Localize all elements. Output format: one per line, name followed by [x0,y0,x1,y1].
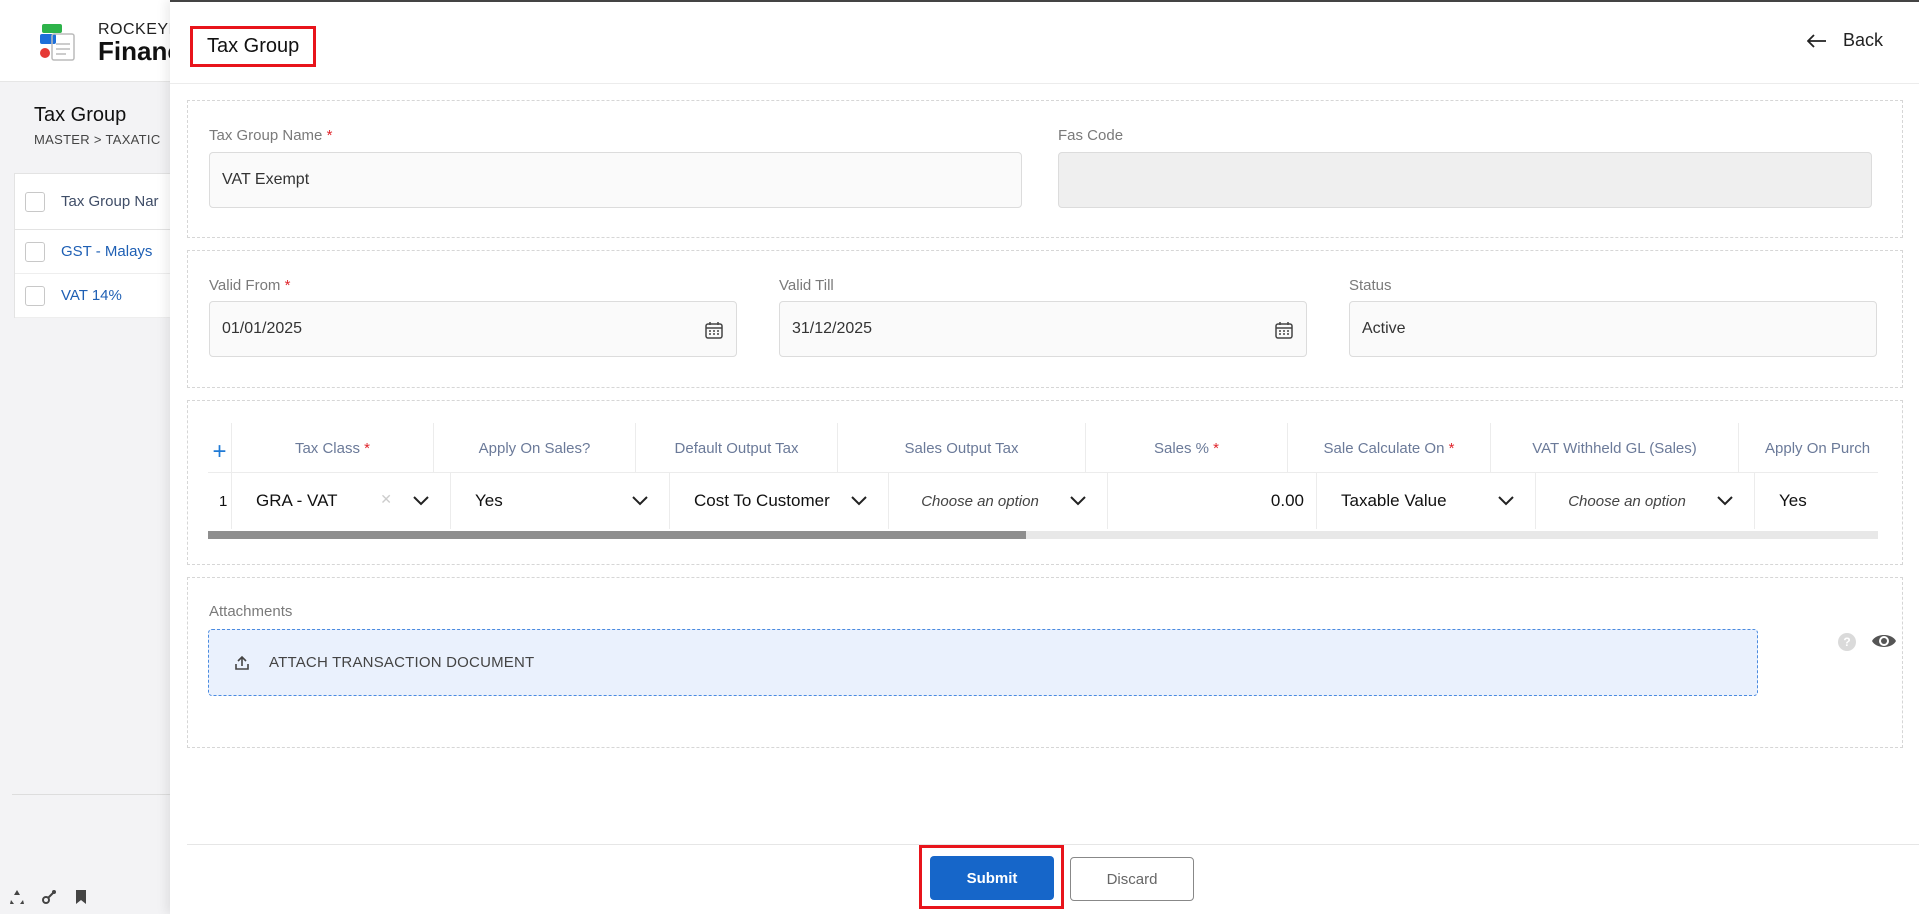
apply-on-sales-select[interactable]: Yes [451,473,670,529]
breadcrumb: MASTER > TAXATIC [34,132,161,147]
table-row[interactable]: VAT 14% [15,274,183,318]
eye-icon[interactable] [1871,630,1897,652]
table-header: Tax Group Nar [15,174,183,230]
app-logo-icon [40,24,75,61]
fas-code-label: Fas Code [1058,127,1124,144]
submit-button[interactable]: Submit [930,856,1054,900]
chevron-down-icon [632,496,648,506]
column-header-sale-calculate-on: Sale Calculate On * [1288,423,1491,473]
row-index: 1 [208,473,232,529]
column-header-sales-pct: Sales % * [1086,423,1288,473]
column-header-tax-class: Tax Class * [232,423,434,473]
column-header-apply-on-purch: Apply On Purch [1765,439,1871,457]
column-header-vat-withheld: VAT Withheld GL (Sales) [1491,423,1739,473]
attachments-card: Attachments ATTACH TRANSACTION DOCUMENT … [187,577,1903,748]
column-header-default-output-tax: Default Output Tax [636,423,838,473]
calendar-icon[interactable] [704,320,724,340]
valid-from-label: Valid From * [209,277,291,294]
sales-output-tax-select[interactable]: Choose an option [889,473,1108,529]
attach-document-label: ATTACH TRANSACTION DOCUMENT [269,654,535,671]
basic-info-card: Tax Group Name * VAT Exempt Fas Code [187,100,1903,238]
tax-class-grid-card: + Tax Class * Apply On Sales? Default Ou… [187,400,1903,565]
horizontal-scrollbar[interactable] [208,531,1878,539]
fas-code-input [1058,152,1872,208]
settings-icon[interactable] [40,888,58,906]
tax-class-select[interactable]: GRA - VAT ✕ [232,473,451,529]
attach-document-button[interactable]: ATTACH TRANSACTION DOCUMENT [208,629,1758,696]
valid-from-input[interactable]: 01/01/2025 [209,301,737,357]
sales-output-tax-placeholder: Choose an option [921,492,1039,510]
default-output-tax-value: Cost To Customer [694,491,830,510]
tax-group-drawer: Tax Group Back Tax Group Name * VAT Exem… [170,0,1919,914]
table-row[interactable]: GST - Malays [15,230,183,274]
valid-till-input[interactable]: 31/12/2025 [779,301,1307,357]
back-button[interactable]: Back [1806,30,1883,51]
page-title: Tax Group [34,104,127,126]
discard-button[interactable]: Discard [1070,857,1194,901]
valid-till-value: 31/12/2025 [792,320,873,337]
tax-group-name-label: Tax Group Name * [209,127,333,144]
help-icon[interactable]: ? [1838,633,1856,651]
bookmark-icon[interactable] [72,888,90,906]
column-header-apply-on-sales: Apply On Sales? [434,423,636,473]
attachments-label: Attachments [209,603,293,620]
submit-highlight: Submit [919,845,1064,909]
column-header-tax-group-name: Tax Group Nar [61,193,159,210]
row-checkbox[interactable] [25,241,45,262]
arrow-left-icon [1806,33,1826,48]
tax-class-grid: + Tax Class * Apply On Sales? Default Ou… [208,423,1878,543]
back-label: Back [1842,30,1883,50]
chevron-down-icon [413,496,429,506]
scrollbar-thumb[interactable] [208,531,1027,539]
tax-group-table: Tax Group Nar GST - Malays VAT 14% [14,173,184,318]
sales-pct-input[interactable]: 0.00 [1108,473,1317,529]
table-row: 1 GRA - VAT ✕ Yes Cost To Customer Choos… [208,473,1878,529]
chevron-down-icon [1498,496,1514,506]
apply-on-purch-select[interactable]: Yes [1755,473,1878,529]
valid-from-value: 01/01/2025 [222,320,303,337]
chevron-down-icon [1717,496,1733,506]
apply-on-sales-value: Yes [475,491,503,510]
select-all-checkbox[interactable] [25,191,45,212]
vat-withheld-placeholder: Choose an option [1568,492,1686,510]
sale-calculate-on-select[interactable]: Taxable Value [1317,473,1536,529]
clear-icon[interactable]: ✕ [380,491,392,508]
add-row-button[interactable]: + [208,423,232,473]
row-checkbox[interactable] [25,285,45,306]
row-link[interactable]: VAT 14% [61,287,122,304]
default-output-tax-select[interactable]: Cost To Customer [670,473,889,529]
tax-group-name-input[interactable]: VAT Exempt [209,152,1022,208]
sale-calculate-on-value: Taxable Value [1341,491,1447,510]
footer-icons [8,888,90,906]
vat-withheld-select[interactable]: Choose an option [1536,473,1755,529]
grid-header: + Tax Class * Apply On Sales? Default Ou… [208,423,1878,473]
tax-class-value: GRA - VAT [256,491,338,510]
validity-card: Valid From * 01/01/2025 Valid Till 31/12… [187,250,1903,388]
drawer-footer: Submit Discard [187,844,1919,914]
chevron-down-icon [851,496,867,506]
status-input[interactable]: Active [1349,301,1877,357]
calendar-icon[interactable] [1274,320,1294,340]
recycle-icon[interactable] [8,888,26,906]
row-link[interactable]: GST - Malays [61,243,152,260]
upload-icon [235,655,249,670]
drawer-header: Tax Group Back [170,2,1919,84]
status-label: Status [1349,277,1392,294]
valid-till-label: Valid Till [779,277,834,294]
divider [12,794,182,795]
chevron-down-icon [1070,496,1086,506]
column-header-sales-output-tax: Sales Output Tax [838,423,1086,473]
drawer-title: Tax Group [190,26,317,67]
